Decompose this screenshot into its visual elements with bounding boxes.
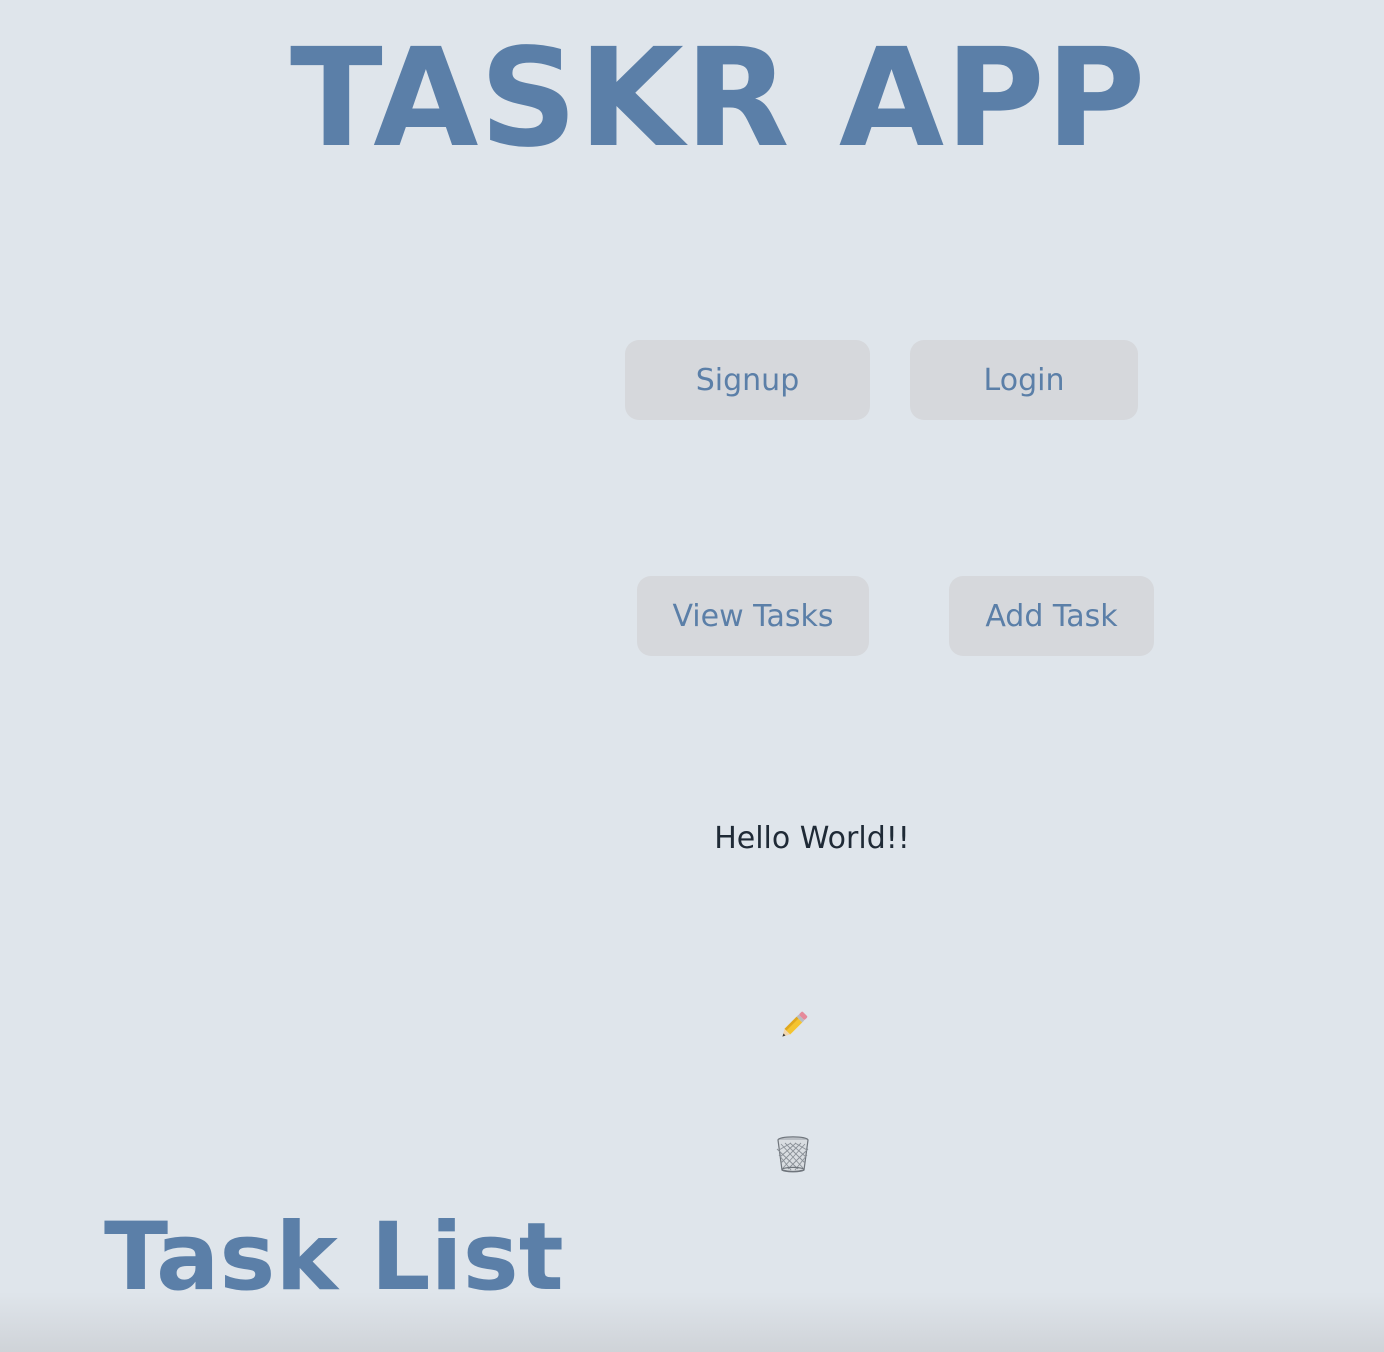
app-title: TASKR APP bbox=[290, 20, 1147, 178]
add-task-button[interactable]: Add Task bbox=[949, 576, 1154, 656]
login-button[interactable]: Login bbox=[910, 340, 1138, 420]
task-item-text: Hello World!! bbox=[714, 821, 910, 856]
view-tasks-button[interactable]: View Tasks bbox=[637, 576, 869, 656]
bottom-fade bbox=[0, 1292, 1384, 1352]
signup-button[interactable]: Signup bbox=[625, 340, 870, 420]
trash-icon bbox=[776, 1136, 809, 1173]
edit-task-button[interactable] bbox=[773, 1006, 813, 1046]
pencil-icon bbox=[782, 1011, 808, 1037]
delete-task-button[interactable] bbox=[773, 1134, 813, 1174]
